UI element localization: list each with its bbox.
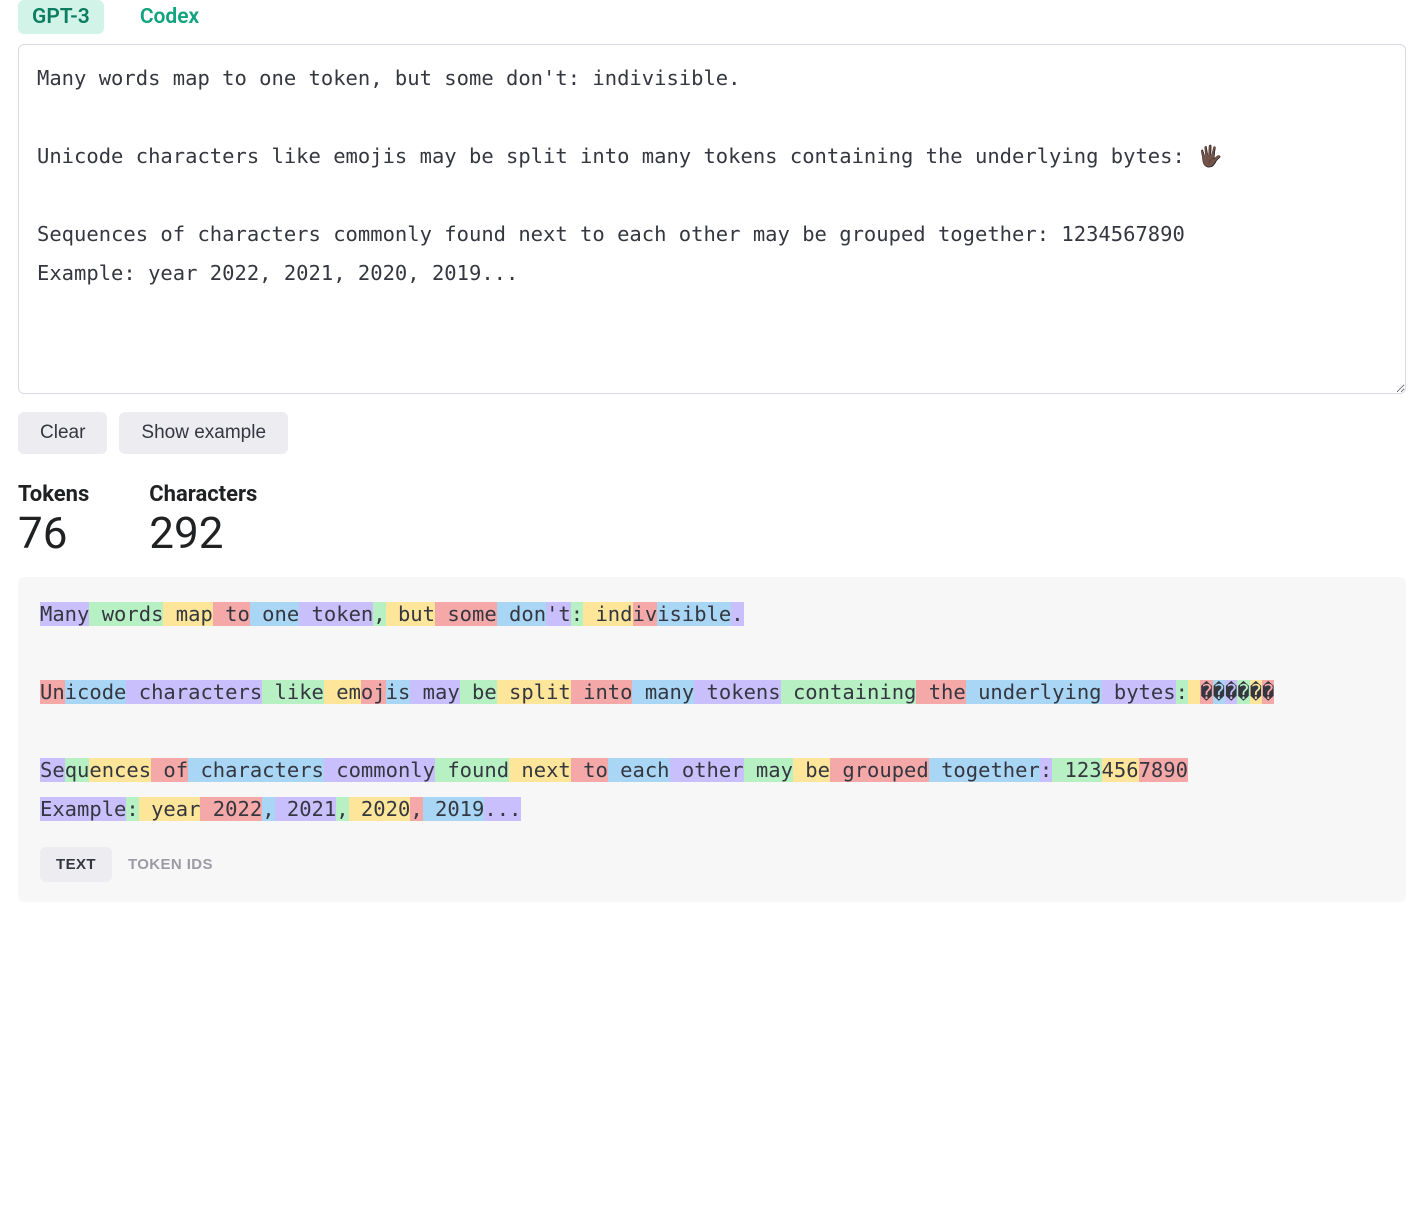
stats-row: Tokens 76 Characters 292 — [18, 482, 1406, 557]
token: � — [1250, 680, 1262, 704]
view-token-ids-button[interactable]: TOKEN IDS — [112, 847, 229, 882]
token: may — [410, 680, 459, 704]
characters-stat: Characters 292 — [149, 482, 257, 557]
view-toggle: TEXT TOKEN IDS — [40, 847, 1384, 882]
characters-value: 292 — [149, 509, 257, 557]
token: found — [435, 758, 509, 782]
token: may — [744, 758, 793, 782]
token: of — [151, 758, 188, 782]
tab-codex[interactable]: Codex — [126, 0, 213, 34]
token: to — [571, 758, 608, 782]
tab-gpt3[interactable]: GPT-3 — [18, 0, 104, 34]
token: ind — [583, 602, 632, 626]
token: be — [460, 680, 497, 704]
token: 7890 — [1139, 758, 1188, 782]
token: but — [386, 602, 435, 626]
token: : — [1040, 758, 1052, 782]
token: 2021 — [275, 797, 337, 821]
token: : — [1176, 680, 1188, 704]
token: icode — [65, 680, 127, 704]
token: next — [509, 758, 571, 782]
token: � — [1262, 680, 1274, 704]
characters-label: Characters — [149, 482, 257, 507]
model-tabs: GPT-3 Codex — [18, 0, 1406, 34]
token: , — [336, 797, 348, 821]
token: . — [731, 602, 743, 626]
token: , — [262, 797, 274, 821]
token: like — [262, 680, 324, 704]
token: into — [571, 680, 633, 704]
token: one — [250, 602, 299, 626]
token: together — [929, 758, 1040, 782]
token: 2019 — [423, 797, 485, 821]
tokens-stat: Tokens 76 — [18, 482, 89, 557]
token: underlying — [966, 680, 1102, 704]
token: containing — [781, 680, 917, 704]
token: is — [386, 680, 411, 704]
token: bytes — [1102, 680, 1176, 704]
input-textarea[interactable] — [18, 44, 1406, 394]
token: � — [1213, 680, 1225, 704]
input-container — [18, 44, 1406, 398]
tokens-value: 76 — [18, 509, 89, 557]
token: � — [1237, 680, 1249, 704]
token: 123 — [1052, 758, 1101, 782]
token: ences — [89, 758, 151, 782]
token: to — [213, 602, 250, 626]
token: Many — [40, 602, 89, 626]
token: tokens — [694, 680, 780, 704]
token: 2020 — [349, 797, 411, 821]
token: � — [1200, 680, 1212, 704]
token: : — [571, 602, 583, 626]
token: words — [89, 602, 163, 626]
token: split — [497, 680, 571, 704]
token: ... — [484, 797, 521, 821]
action-buttons: Clear Show example — [18, 412, 1406, 454]
token: : — [126, 797, 138, 821]
token: other — [670, 758, 744, 782]
token: em — [324, 680, 361, 704]
token: each — [608, 758, 670, 782]
token: , — [410, 797, 422, 821]
token: don — [497, 602, 546, 626]
token: token — [299, 602, 373, 626]
token: qu — [65, 758, 90, 782]
token: grouped — [830, 758, 929, 782]
token: iv — [633, 602, 658, 626]
token: 't — [546, 602, 571, 626]
token: map — [163, 602, 212, 626]
token: Se — [40, 758, 65, 782]
clear-button[interactable]: Clear — [18, 412, 107, 454]
token: � — [1225, 680, 1237, 704]
tokens-label: Tokens — [18, 482, 89, 507]
token: year — [139, 797, 201, 821]
token: be — [793, 758, 830, 782]
token: the — [916, 680, 965, 704]
tokenized-panel: Many words map to one token, but some do… — [18, 577, 1406, 902]
token: many — [632, 680, 694, 704]
tokenized-output: Many words map to one token, but some do… — [40, 595, 1384, 829]
token: Example — [40, 797, 126, 821]
view-text-button[interactable]: TEXT — [40, 847, 112, 882]
token: commonly — [324, 758, 435, 782]
token: 456 — [1102, 758, 1139, 782]
token: Un — [40, 680, 65, 704]
show-example-button[interactable]: Show example — [119, 412, 288, 454]
token: characters — [188, 758, 324, 782]
token: characters — [126, 680, 262, 704]
token: isible — [657, 602, 731, 626]
token: , — [373, 602, 385, 626]
token: oj — [361, 680, 386, 704]
token: 2022 — [200, 797, 262, 821]
token: some — [435, 602, 497, 626]
token — [1188, 680, 1200, 704]
